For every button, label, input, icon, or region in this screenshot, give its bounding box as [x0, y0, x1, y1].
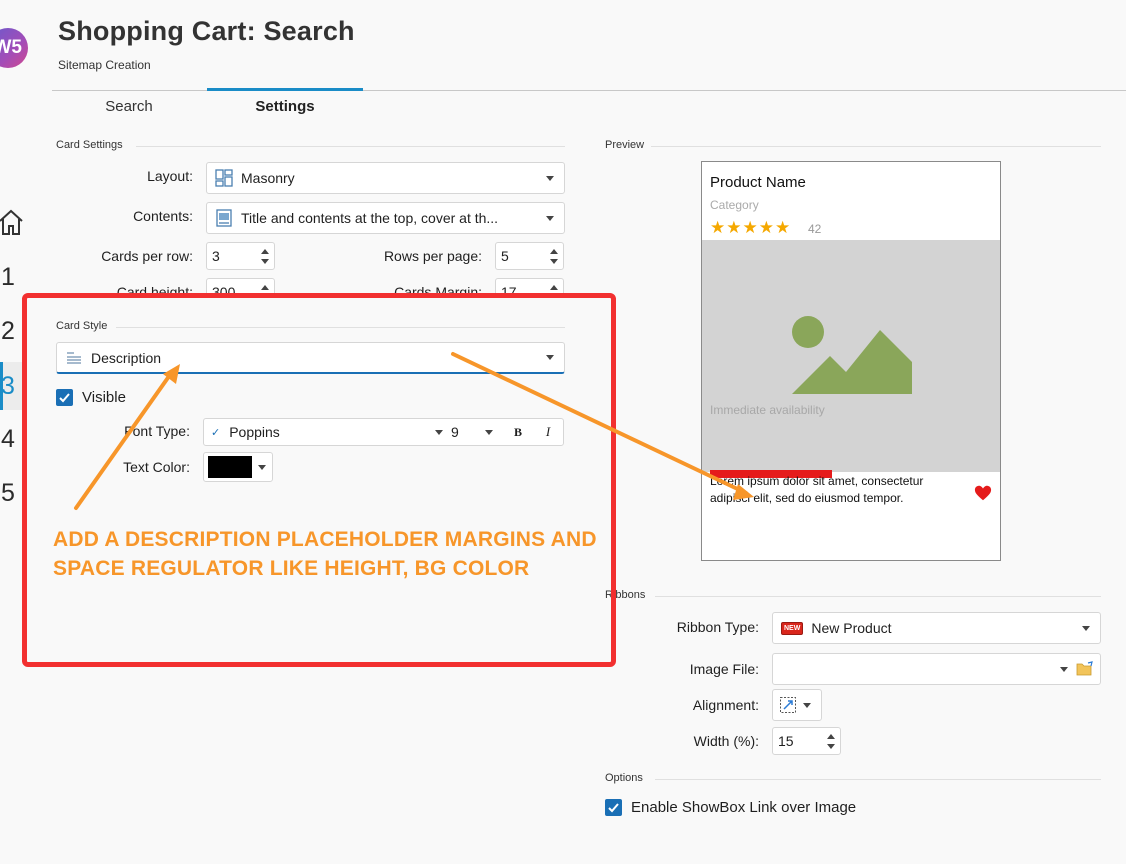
decrement-icon[interactable]	[261, 258, 269, 264]
preview-product-name: Product Name	[710, 174, 806, 191]
align-top-right-icon	[780, 697, 796, 713]
contents-value: Title and contents at the top, cover at …	[241, 210, 499, 226]
annotation-highlight-box	[22, 293, 616, 667]
card-contents-icon	[216, 209, 232, 227]
contents-label: Contents:	[133, 208, 193, 224]
layout-value: Masonry	[241, 170, 295, 186]
preview-rating-count: 42	[808, 222, 822, 236]
preview-description: Lorem ipsum dolor sit amet, consectetur …	[710, 474, 924, 505]
image-file-field[interactable]	[772, 653, 1101, 685]
chevron-down-icon	[1082, 625, 1090, 631]
heart-icon	[974, 485, 992, 501]
increment-icon[interactable]	[550, 248, 558, 254]
chevron-down-icon	[546, 175, 554, 181]
decrement-icon[interactable]	[827, 743, 835, 749]
section-rule	[651, 146, 1101, 147]
increment-icon[interactable]	[550, 284, 558, 290]
tab-settings[interactable]: Settings	[207, 98, 363, 115]
image-file-label: Image File:	[689, 661, 759, 677]
folder-open-icon[interactable]	[1076, 661, 1094, 677]
image-placeholder-icon	[792, 316, 912, 394]
annotation-note: ADD A DESCRIPTION PLACEHOLDER MARGINS AN…	[53, 528, 597, 580]
increment-icon[interactable]	[827, 733, 835, 739]
increment-icon[interactable]	[261, 248, 269, 254]
section-rule	[655, 596, 1101, 597]
section-rule	[655, 779, 1101, 780]
new-badge-icon: NEW	[781, 621, 804, 635]
active-step-indicator	[0, 362, 3, 410]
step-1[interactable]: 1	[0, 262, 34, 292]
alignment-dropdown[interactable]	[772, 689, 822, 721]
active-tab-indicator	[207, 88, 363, 91]
masonry-layout-icon	[215, 169, 233, 187]
layout-label: Layout:	[147, 168, 193, 184]
showbox-label: Enable ShowBox Link over Image	[631, 799, 857, 816]
card-settings-section-label: Card Settings	[56, 139, 123, 151]
width-percent-value: 15	[778, 733, 794, 749]
page-title: Shopping Cart: Search	[58, 16, 355, 46]
home-icon[interactable]	[0, 208, 24, 236]
cards-per-row-value: 3	[212, 248, 220, 264]
width-percent-label: Width (%):	[693, 733, 759, 749]
rows-per-page-stepper[interactable]: 5	[495, 242, 564, 270]
cards-per-row-stepper[interactable]: 3	[206, 242, 275, 270]
preview-section-label: Preview	[605, 139, 645, 151]
ribbon-type-value: New Product	[811, 620, 892, 636]
showbox-checkbox[interactable]	[605, 799, 622, 816]
ribbon-type-label: Ribbon Type:	[676, 619, 759, 635]
width-percent-stepper[interactable]: 15	[772, 727, 841, 755]
rows-per-page-value: 5	[501, 248, 509, 264]
app-logo: W5	[0, 28, 28, 68]
chevron-down-icon[interactable]	[1060, 666, 1068, 672]
cards-per-row-label: Cards per row:	[101, 248, 193, 264]
ribbon-type-dropdown[interactable]: NEW New Product	[772, 612, 1101, 644]
preview-image-placeholder: Immediate availability	[702, 240, 1000, 472]
tab-search[interactable]: Search	[52, 98, 206, 115]
options-section-label: Options	[605, 772, 643, 784]
layout-dropdown[interactable]: Masonry	[206, 162, 565, 194]
preview-category: Category	[710, 198, 759, 212]
chevron-down-icon	[803, 702, 811, 708]
rows-per-page-label: Rows per page:	[383, 248, 482, 264]
preview-availability: Immediate availability	[710, 403, 825, 417]
preview-rating-stars: ★★★★★	[710, 218, 792, 237]
card-preview: Product Name Category ★★★★★ 42 Immediate…	[701, 161, 1001, 561]
contents-dropdown[interactable]: Title and contents at the top, cover at …	[206, 202, 565, 234]
decrement-icon[interactable]	[550, 258, 558, 264]
section-rule	[136, 146, 565, 147]
increment-icon[interactable]	[261, 284, 269, 290]
chevron-down-icon	[546, 215, 554, 221]
page-subtitle: Sitemap Creation	[58, 58, 151, 72]
checkmark-icon	[608, 803, 619, 813]
alignment-label: Alignment:	[692, 697, 759, 713]
